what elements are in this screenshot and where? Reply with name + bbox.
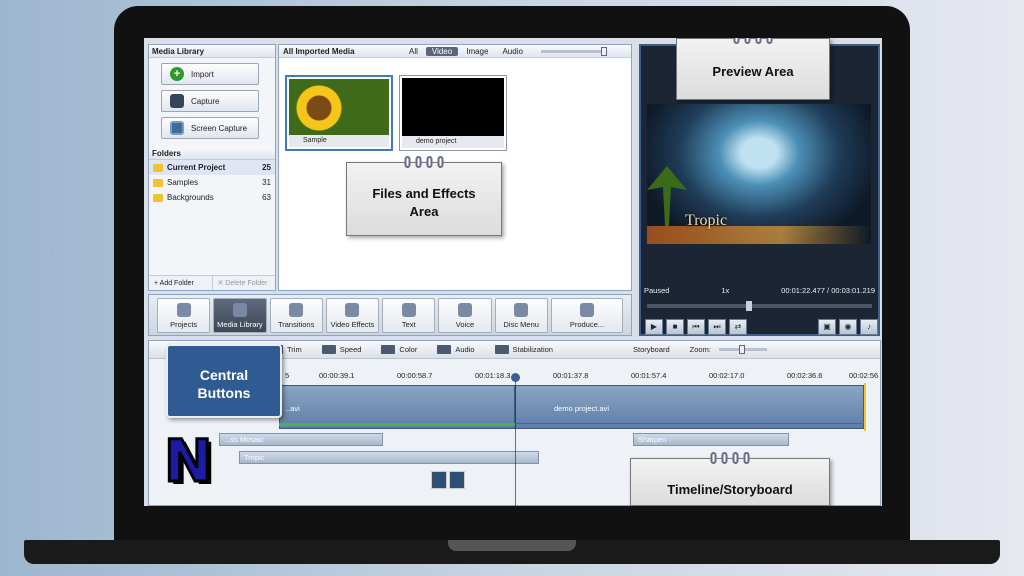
produce-icon xyxy=(579,303,594,317)
stabilization-tool[interactable]: Stabilization xyxy=(494,345,553,354)
import-button[interactable]: + Import xyxy=(161,63,259,85)
preview-video xyxy=(647,104,871,244)
produce-button[interactable]: Produce... xyxy=(550,298,624,333)
central-buttons-bar: Projects Media Library Transitions Video… xyxy=(148,294,632,336)
volume-icon[interactable]: ♪ xyxy=(860,319,878,335)
status-text: Paused xyxy=(644,286,670,295)
files-toolbar: All Imported Media All Video Image Audio xyxy=(279,45,631,58)
prev-frame-icon[interactable]: ⏮ xyxy=(687,319,705,335)
folder-icon xyxy=(153,193,163,202)
loop-icon[interactable]: ⇄ xyxy=(729,319,747,335)
add-folder-button[interactable]: + Add Folder xyxy=(149,276,212,290)
effects-icon xyxy=(345,303,360,317)
camera-icon xyxy=(170,94,184,108)
text-button[interactable]: Text xyxy=(382,298,436,333)
playhead-handle[interactable] xyxy=(511,373,520,382)
preview-overlay-text: Tropic xyxy=(685,212,728,229)
seek-knob[interactable] xyxy=(745,301,752,311)
fullscreen-icon[interactable]: ▣ xyxy=(818,319,836,335)
text-clip-tropic[interactable]: Tropic xyxy=(239,451,539,464)
media-item-sample[interactable]: Sample xyxy=(285,75,393,151)
play-icon[interactable]: ▶ xyxy=(645,319,663,335)
laptop-notch xyxy=(448,540,576,551)
audio-waveform xyxy=(279,423,515,426)
central-buttons-callout: Central Buttons xyxy=(166,344,282,418)
text-icon xyxy=(401,303,416,317)
black-thumbnail xyxy=(402,78,504,136)
playback-status: Paused 1x 00:01:22.477 / 00:03:01.219 xyxy=(641,286,878,298)
media-library-button[interactable]: Media Library xyxy=(213,298,267,333)
clip-thumbnail[interactable] xyxy=(431,471,447,489)
zoom-label: Zoom: xyxy=(689,345,711,354)
snapshot-icon[interactable]: ◉ xyxy=(839,319,857,335)
filter-audio[interactable]: Audio xyxy=(496,47,528,56)
media-library-panel: Media Library + Import Capture Screen Cap… xyxy=(148,44,276,291)
rings-icon xyxy=(404,156,444,168)
filter-video[interactable]: Video xyxy=(425,46,459,56)
disc-icon xyxy=(514,303,529,317)
speed-text: 1x xyxy=(721,286,730,295)
screen-capture-button[interactable]: Screen Capture xyxy=(161,117,259,139)
folder-icon xyxy=(153,163,163,172)
library-icon xyxy=(232,303,247,317)
title-band xyxy=(647,226,871,244)
preview-area-callout: Preview Area xyxy=(676,38,830,100)
folder-samples[interactable]: Samples 31 xyxy=(149,175,275,190)
microphone-icon xyxy=(457,303,472,317)
stop-icon[interactable]: ■ xyxy=(666,319,684,335)
speed-icon xyxy=(321,345,336,354)
transitions-icon xyxy=(289,303,304,317)
folder-backgrounds[interactable]: Backgrounds 63 xyxy=(149,190,275,205)
files-title: All Imported Media xyxy=(283,46,355,56)
folder-icon xyxy=(153,178,163,187)
video-effects-button[interactable]: Video Effects xyxy=(325,298,380,333)
folders-title: Folders xyxy=(149,147,275,160)
color-icon xyxy=(381,345,396,354)
files-area-callout: Files and Effects Area xyxy=(346,156,502,236)
color-tool[interactable]: Color xyxy=(381,345,417,354)
filter-image[interactable]: Image xyxy=(460,47,494,56)
media-item-label: demo project xyxy=(402,136,504,148)
monitor-icon xyxy=(170,121,184,135)
disc-menu-button[interactable]: Disc Menu xyxy=(494,298,548,333)
playhead-line[interactable] xyxy=(515,375,516,506)
stabilization-icon xyxy=(494,345,509,354)
timeline-zoom-slider[interactable] xyxy=(718,345,767,354)
projects-icon xyxy=(176,303,191,317)
audio-icon xyxy=(437,345,452,354)
audio-level-line xyxy=(515,423,864,424)
app-screen: Media Library + Import Capture Screen Cap… xyxy=(144,38,882,506)
sunflower-thumbnail xyxy=(289,79,389,137)
audio-tool[interactable]: Audio xyxy=(437,345,475,354)
delete-folder-button[interactable]: ✕ Delete Folder xyxy=(211,276,276,290)
time-text: 00:01:22.477 / 00:03:01.219 xyxy=(781,286,875,295)
storyboard-toggle[interactable]: Storyboard xyxy=(633,345,670,354)
voice-button[interactable]: Voice xyxy=(438,298,492,333)
projects-button[interactable]: Projects xyxy=(157,298,211,333)
effect-clip-mosaic[interactable]: ...ss Mosaic xyxy=(219,433,383,446)
transitions-button[interactable]: Transitions xyxy=(269,298,323,333)
thumb-size-slider[interactable] xyxy=(540,46,607,56)
filter-all[interactable]: All xyxy=(403,47,424,56)
media-item-demo-project[interactable]: demo project xyxy=(399,75,507,151)
effect-clip-sharpen[interactable]: Sharpen xyxy=(633,433,789,446)
media-item-label: Sample xyxy=(289,135,389,147)
timeline-callout: Timeline/Storyboard xyxy=(630,452,830,506)
rings-icon xyxy=(733,38,773,44)
speed-tool[interactable]: Speed xyxy=(321,345,361,354)
playback-controls: ▶ ■ ⏮ ⏭ ⇄ ▣ ◉ ♪ xyxy=(641,318,878,336)
clip-thumbnail[interactable] xyxy=(449,471,465,489)
channel-logo: N xyxy=(163,427,215,495)
time-ruler[interactable]: 5 00:00:39.1 00:00:58.7 00:01:18.3 00:01… xyxy=(197,371,880,383)
rings-icon xyxy=(710,452,750,464)
next-frame-icon[interactable]: ⏭ xyxy=(708,319,726,335)
plus-icon: + xyxy=(170,67,184,81)
media-library-title: Media Library xyxy=(149,45,275,58)
library-footer: + Add Folder ✕ Delete Folder xyxy=(149,275,275,290)
seek-bar[interactable] xyxy=(647,301,872,311)
folder-current-project[interactable]: Current Project 25 xyxy=(149,160,275,175)
capture-button[interactable]: Capture xyxy=(161,90,259,112)
project-end-marker xyxy=(864,383,866,431)
